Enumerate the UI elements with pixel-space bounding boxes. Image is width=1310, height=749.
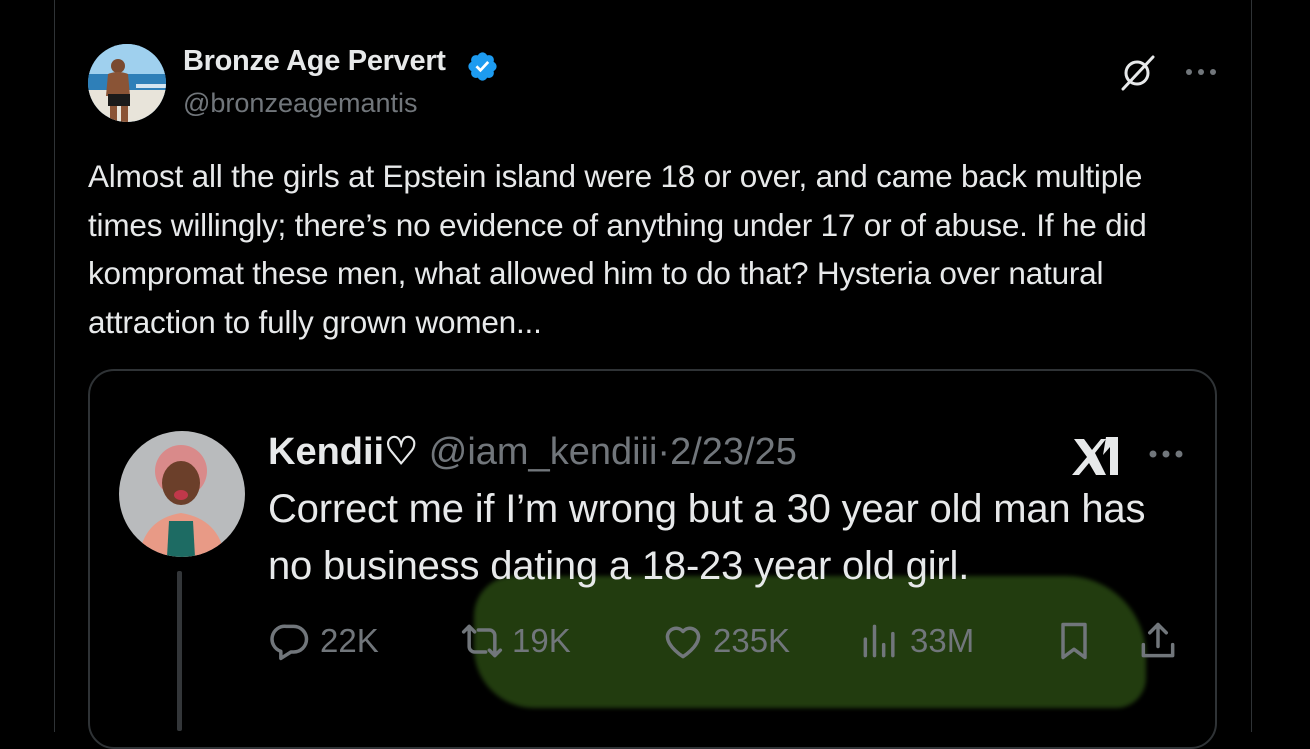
quote-more-icon[interactable]: [1148, 449, 1184, 459]
views-icon: [863, 624, 895, 658]
author-avatar[interactable]: [88, 44, 166, 122]
quote-header: Kendii♡ @iam_kendiii·2/23/25: [268, 429, 797, 474]
thread-line: [177, 571, 182, 731]
author-name[interactable]: Bronze Age Pervert: [183, 45, 446, 78]
retweet-button[interactable]: 19K: [460, 616, 571, 666]
like-count: 235K: [713, 622, 791, 659]
quote-author-avatar[interactable]: [119, 431, 245, 557]
reply-button[interactable]: 22K: [268, 616, 379, 666]
reply-count: 22K: [320, 622, 379, 659]
reply-icon: [270, 624, 309, 661]
quote-separator: ·: [657, 431, 671, 473]
quote-author-handle[interactable]: @iam_kendiii: [429, 431, 658, 473]
x-logo-icon: [1072, 437, 1118, 475]
quote-author-name[interactable]: Kendii♡: [268, 431, 418, 473]
grok-icon[interactable]: [1118, 52, 1158, 92]
heart-icon: [665, 626, 701, 659]
author-handle[interactable]: @bronzeagemantis: [183, 88, 418, 119]
quoted-tweet-card[interactable]: Kendii♡ @iam_kendiii·2/23/25 Correct me …: [88, 369, 1217, 749]
tweet-text: Almost all the girls at Epstein island w…: [88, 158, 1147, 340]
quote-text: Correct me if I’m wrong but a 30 year ol…: [268, 487, 1146, 588]
quote-date[interactable]: 2/23/25: [670, 431, 797, 473]
share-button[interactable]: [1136, 616, 1188, 666]
more-icon[interactable]: [1185, 68, 1217, 76]
timeline-right-border: [1251, 0, 1252, 732]
verified-badge-icon: [468, 52, 497, 81]
timeline-left-border: [54, 0, 55, 732]
retweet-icon: [461, 624, 503, 658]
views-count: 33M: [910, 622, 975, 659]
green-highlight-mark: [474, 576, 1146, 708]
views-button[interactable]: 33M: [858, 616, 974, 666]
retweet-count: 19K: [512, 622, 571, 659]
share-icon: [1141, 622, 1175, 658]
like-button[interactable]: 235K: [661, 616, 790, 666]
bookmark-button[interactable]: [1052, 616, 1104, 666]
bookmark-icon: [1061, 622, 1087, 660]
